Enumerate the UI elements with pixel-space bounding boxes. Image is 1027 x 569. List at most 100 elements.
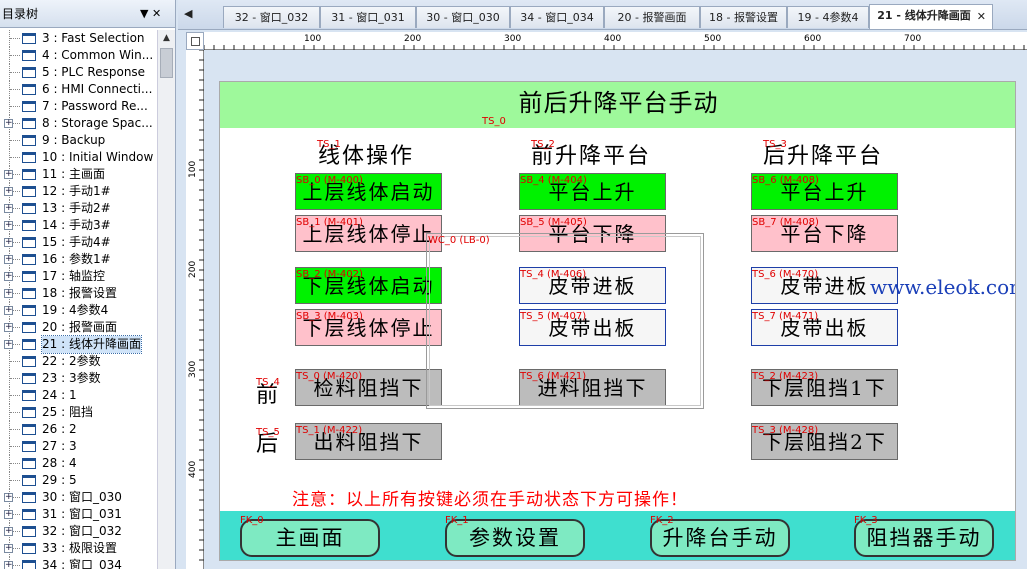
tree-panel-controls[interactable]: ▼ ✕ xyxy=(140,0,161,28)
close-tab-icon[interactable]: ✕ xyxy=(977,6,986,27)
tree-item-label: 8 : Storage Spac... xyxy=(42,116,153,130)
expand-icon[interactable]: + xyxy=(4,187,13,196)
scroll-up-icon[interactable]: ▲ xyxy=(158,30,175,46)
tree-item[interactable]: +20 : 报警画面 xyxy=(0,319,158,336)
tab[interactable]: 32 - 窗口_032 xyxy=(223,6,320,28)
hmi-button-tag: SB_6 (M-408) xyxy=(752,175,819,186)
expand-icon[interactable]: + xyxy=(4,255,13,264)
tree-item[interactable]: +14 : 手动3# xyxy=(0,217,158,234)
page-title[interactable]: 前后升降平台手动 xyxy=(220,82,1015,124)
hmi-screen[interactable]: 前后升降平台手动 TS_0 线体操作 TS_1 前升降平台 TS_2 后升降平台… xyxy=(219,81,1016,561)
expand-icon[interactable]: + xyxy=(4,272,13,281)
tab[interactable]: 20 - 报警画面 xyxy=(604,6,700,28)
tree-item-label: 27 : 3 xyxy=(42,439,77,453)
hmi-button-tag: SB_7 (M-408) xyxy=(752,217,819,228)
tree-item[interactable]: 5 : PLC Response xyxy=(0,64,158,81)
tree-item-label: 22 : 2参数 xyxy=(42,354,101,368)
expand-icon[interactable]: + xyxy=(4,204,13,213)
tab[interactable]: 21 - 线体升降画面 ✕ xyxy=(869,4,993,29)
tab-scroll-left-icon[interactable]: ◀ xyxy=(184,7,192,20)
expand-icon[interactable]: + xyxy=(4,238,13,247)
tree-item[interactable]: +31 : 窗口_031 xyxy=(0,506,158,523)
ruler-label: 300 xyxy=(188,361,198,378)
tree-item-label: 7 : Password Re... xyxy=(42,99,148,113)
tree-guide-line xyxy=(10,140,20,141)
tab[interactable]: 18 - 报警设置 xyxy=(700,6,787,28)
expand-icon[interactable]: + xyxy=(4,510,13,519)
ruler-corner[interactable] xyxy=(186,32,204,50)
tree-item[interactable]: 27 : 3 xyxy=(0,438,158,455)
ruler-label: 700 xyxy=(904,34,921,44)
tab[interactable]: 31 - 窗口_031 xyxy=(320,6,416,28)
tree-item[interactable]: +19 : 4参数4 xyxy=(0,302,158,319)
tree-item[interactable]: 6 : HMI Connecti... xyxy=(0,81,158,98)
tree-item[interactable]: 9 : Backup xyxy=(0,132,158,149)
tab[interactable]: 30 - 窗口_030 xyxy=(416,6,510,28)
expand-icon[interactable]: + xyxy=(4,170,13,179)
tree-item[interactable]: 3 : Fast Selection xyxy=(0,30,158,47)
tree-item-label: 18 : 报警设置 xyxy=(42,286,117,300)
window-icon xyxy=(22,67,36,78)
expand-icon[interactable]: + xyxy=(4,544,13,553)
tree-guide-line xyxy=(10,446,20,447)
tree-item[interactable]: +21 : 线体升降画面 xyxy=(0,335,158,354)
footer-button-tag: FK_3 xyxy=(854,515,878,526)
hmi-button-tag: SB_2 (M-402) xyxy=(296,269,363,280)
hmi-button-tag: SB_0 (M-400) xyxy=(296,175,363,186)
tree-item-label: 4 : Common Win... xyxy=(42,48,154,62)
tree-item[interactable]: 7 : Password Re... xyxy=(0,98,158,115)
tree-item[interactable]: 26 : 2 xyxy=(0,421,158,438)
tree-item[interactable]: +34 : 窗口_034 xyxy=(0,557,158,569)
tree-item[interactable]: 28 : 4 xyxy=(0,455,158,472)
tree-item[interactable]: 25 : 阻挡 xyxy=(0,404,158,421)
tree-item[interactable]: +30 : 窗口_030 xyxy=(0,489,158,506)
tree-guide-line xyxy=(10,157,20,158)
expand-icon[interactable]: + xyxy=(4,221,13,230)
tab[interactable]: 19 - 4参数4 xyxy=(787,6,869,28)
ruler-label: 200 xyxy=(188,261,198,278)
tree-item[interactable]: 24 : 1 xyxy=(0,387,158,404)
tab[interactable]: 34 - 窗口_034 xyxy=(510,6,604,28)
tree-guide-line xyxy=(10,429,20,430)
scrollbar-thumb[interactable] xyxy=(160,48,173,78)
tree-item[interactable]: +8 : Storage Spac... xyxy=(0,115,158,132)
window-control-frame[interactable] xyxy=(426,233,704,409)
tree-item[interactable]: +18 : 报警设置 xyxy=(0,285,158,302)
tree-item[interactable]: +32 : 窗口_032 xyxy=(0,523,158,540)
footer-button-tag: FK_0 xyxy=(240,515,264,526)
tree-item-label: 12 : 手动1# xyxy=(42,184,111,198)
tree-item[interactable]: +12 : 手动1# xyxy=(0,183,158,200)
tree-item[interactable]: +13 : 手动2# xyxy=(0,200,158,217)
ruler-corner-icon xyxy=(191,37,200,46)
expand-icon[interactable]: + xyxy=(4,340,13,349)
vertical-ruler: 100 200 300 400 xyxy=(186,50,204,569)
tree-scrollbar[interactable]: ▲ xyxy=(157,30,175,569)
tree-item[interactable]: 29 : 5 xyxy=(0,472,158,489)
expand-icon[interactable]: + xyxy=(4,306,13,315)
tree-item[interactable]: 4 : Common Win... xyxy=(0,47,158,64)
tab-label: 21 - 线体升降画面 xyxy=(877,9,971,22)
tree-item[interactable]: +11 : 主画面 xyxy=(0,166,158,183)
tree-item[interactable]: +16 : 参数1# xyxy=(0,251,158,268)
expand-icon[interactable]: + xyxy=(4,323,13,332)
window-icon xyxy=(22,492,36,503)
heading-tag: TS_2 xyxy=(531,139,555,150)
expand-icon[interactable]: + xyxy=(4,289,13,298)
tree-item-label: 28 : 4 xyxy=(42,456,77,470)
expand-icon[interactable]: + xyxy=(4,561,13,569)
tab-label: 30 - 窗口_030 xyxy=(426,11,500,24)
notice-text[interactable]: 注意：以上所有按键必须在手动状态下方可操作！ xyxy=(292,485,688,510)
tree-item[interactable]: +33 : 极限设置 xyxy=(0,540,158,557)
tab-label: 34 - 窗口_034 xyxy=(520,11,594,24)
tree-item[interactable]: +15 : 手动4# xyxy=(0,234,158,251)
expand-icon[interactable]: + xyxy=(4,493,13,502)
tree-item[interactable]: +17 : 轴监控 xyxy=(0,268,158,285)
tree-item[interactable]: 22 : 2参数 xyxy=(0,353,158,370)
tree-item[interactable]: 10 : Initial Window xyxy=(0,149,158,166)
tree-item-label: 24 : 1 xyxy=(42,388,77,402)
tree-item[interactable]: 23 : 3参数 xyxy=(0,370,158,387)
expand-icon[interactable]: + xyxy=(4,119,13,128)
expand-icon[interactable]: + xyxy=(4,527,13,536)
tab-label: 18 - 报警设置 xyxy=(709,11,778,24)
window-tab-bar: ◀ 32 - 窗口_032 31 - 窗口_031 30 - 窗口_030 34 - … xyxy=(178,0,1027,30)
